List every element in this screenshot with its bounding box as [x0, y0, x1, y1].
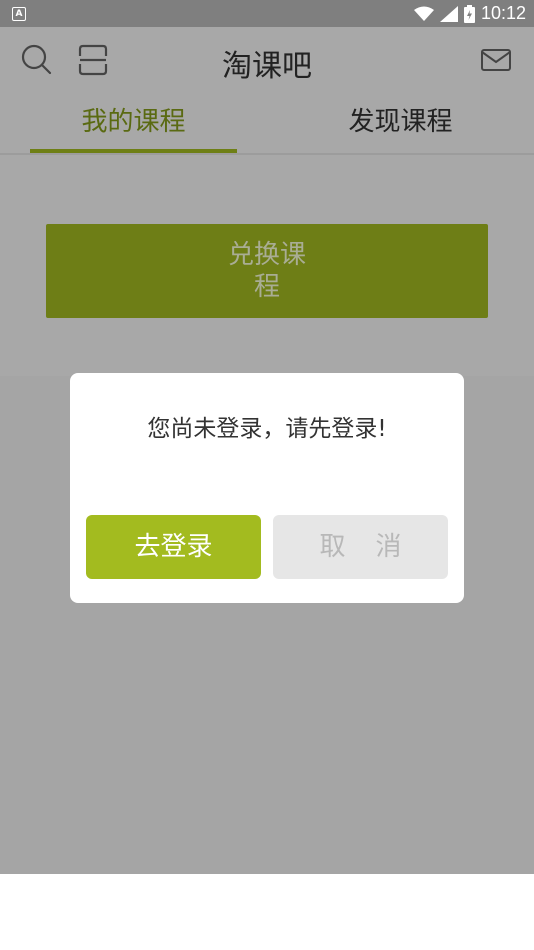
- login-required-dialog: 您尚未登录，请先登录! 去登录 取消: [70, 373, 464, 603]
- my-courses-panel: 兑换课程: [0, 155, 534, 376]
- exchange-course-button[interactable]: 兑换课程: [46, 224, 488, 318]
- cancel-button[interactable]: 取消: [273, 515, 448, 579]
- tab-bar: 我的课程 发现课程: [0, 95, 534, 155]
- app-header: 淘课吧: [0, 27, 534, 95]
- clock: 10:12: [480, 3, 526, 23]
- active-tab-indicator: [30, 149, 237, 153]
- exchange-course-label: 兑换课程: [227, 240, 306, 302]
- tab-discover-courses[interactable]: 发现课程: [267, 95, 534, 153]
- go-login-button[interactable]: 去登录: [86, 515, 261, 579]
- dialog-message: 您尚未登录，请先登录!: [147, 416, 387, 442]
- tab-my-courses[interactable]: 我的课程: [0, 95, 267, 153]
- mail-icon[interactable]: [480, 43, 514, 77]
- status-icons: 10:12: [413, 0, 526, 27]
- app-title: 淘课吧: [222, 49, 312, 84]
- status-bar: A 10:12: [0, 0, 534, 27]
- wifi-icon: [413, 6, 434, 21]
- signal-icon: [439, 5, 458, 22]
- battery-icon: [463, 4, 475, 23]
- app-notification-icon: A: [12, 7, 26, 21]
